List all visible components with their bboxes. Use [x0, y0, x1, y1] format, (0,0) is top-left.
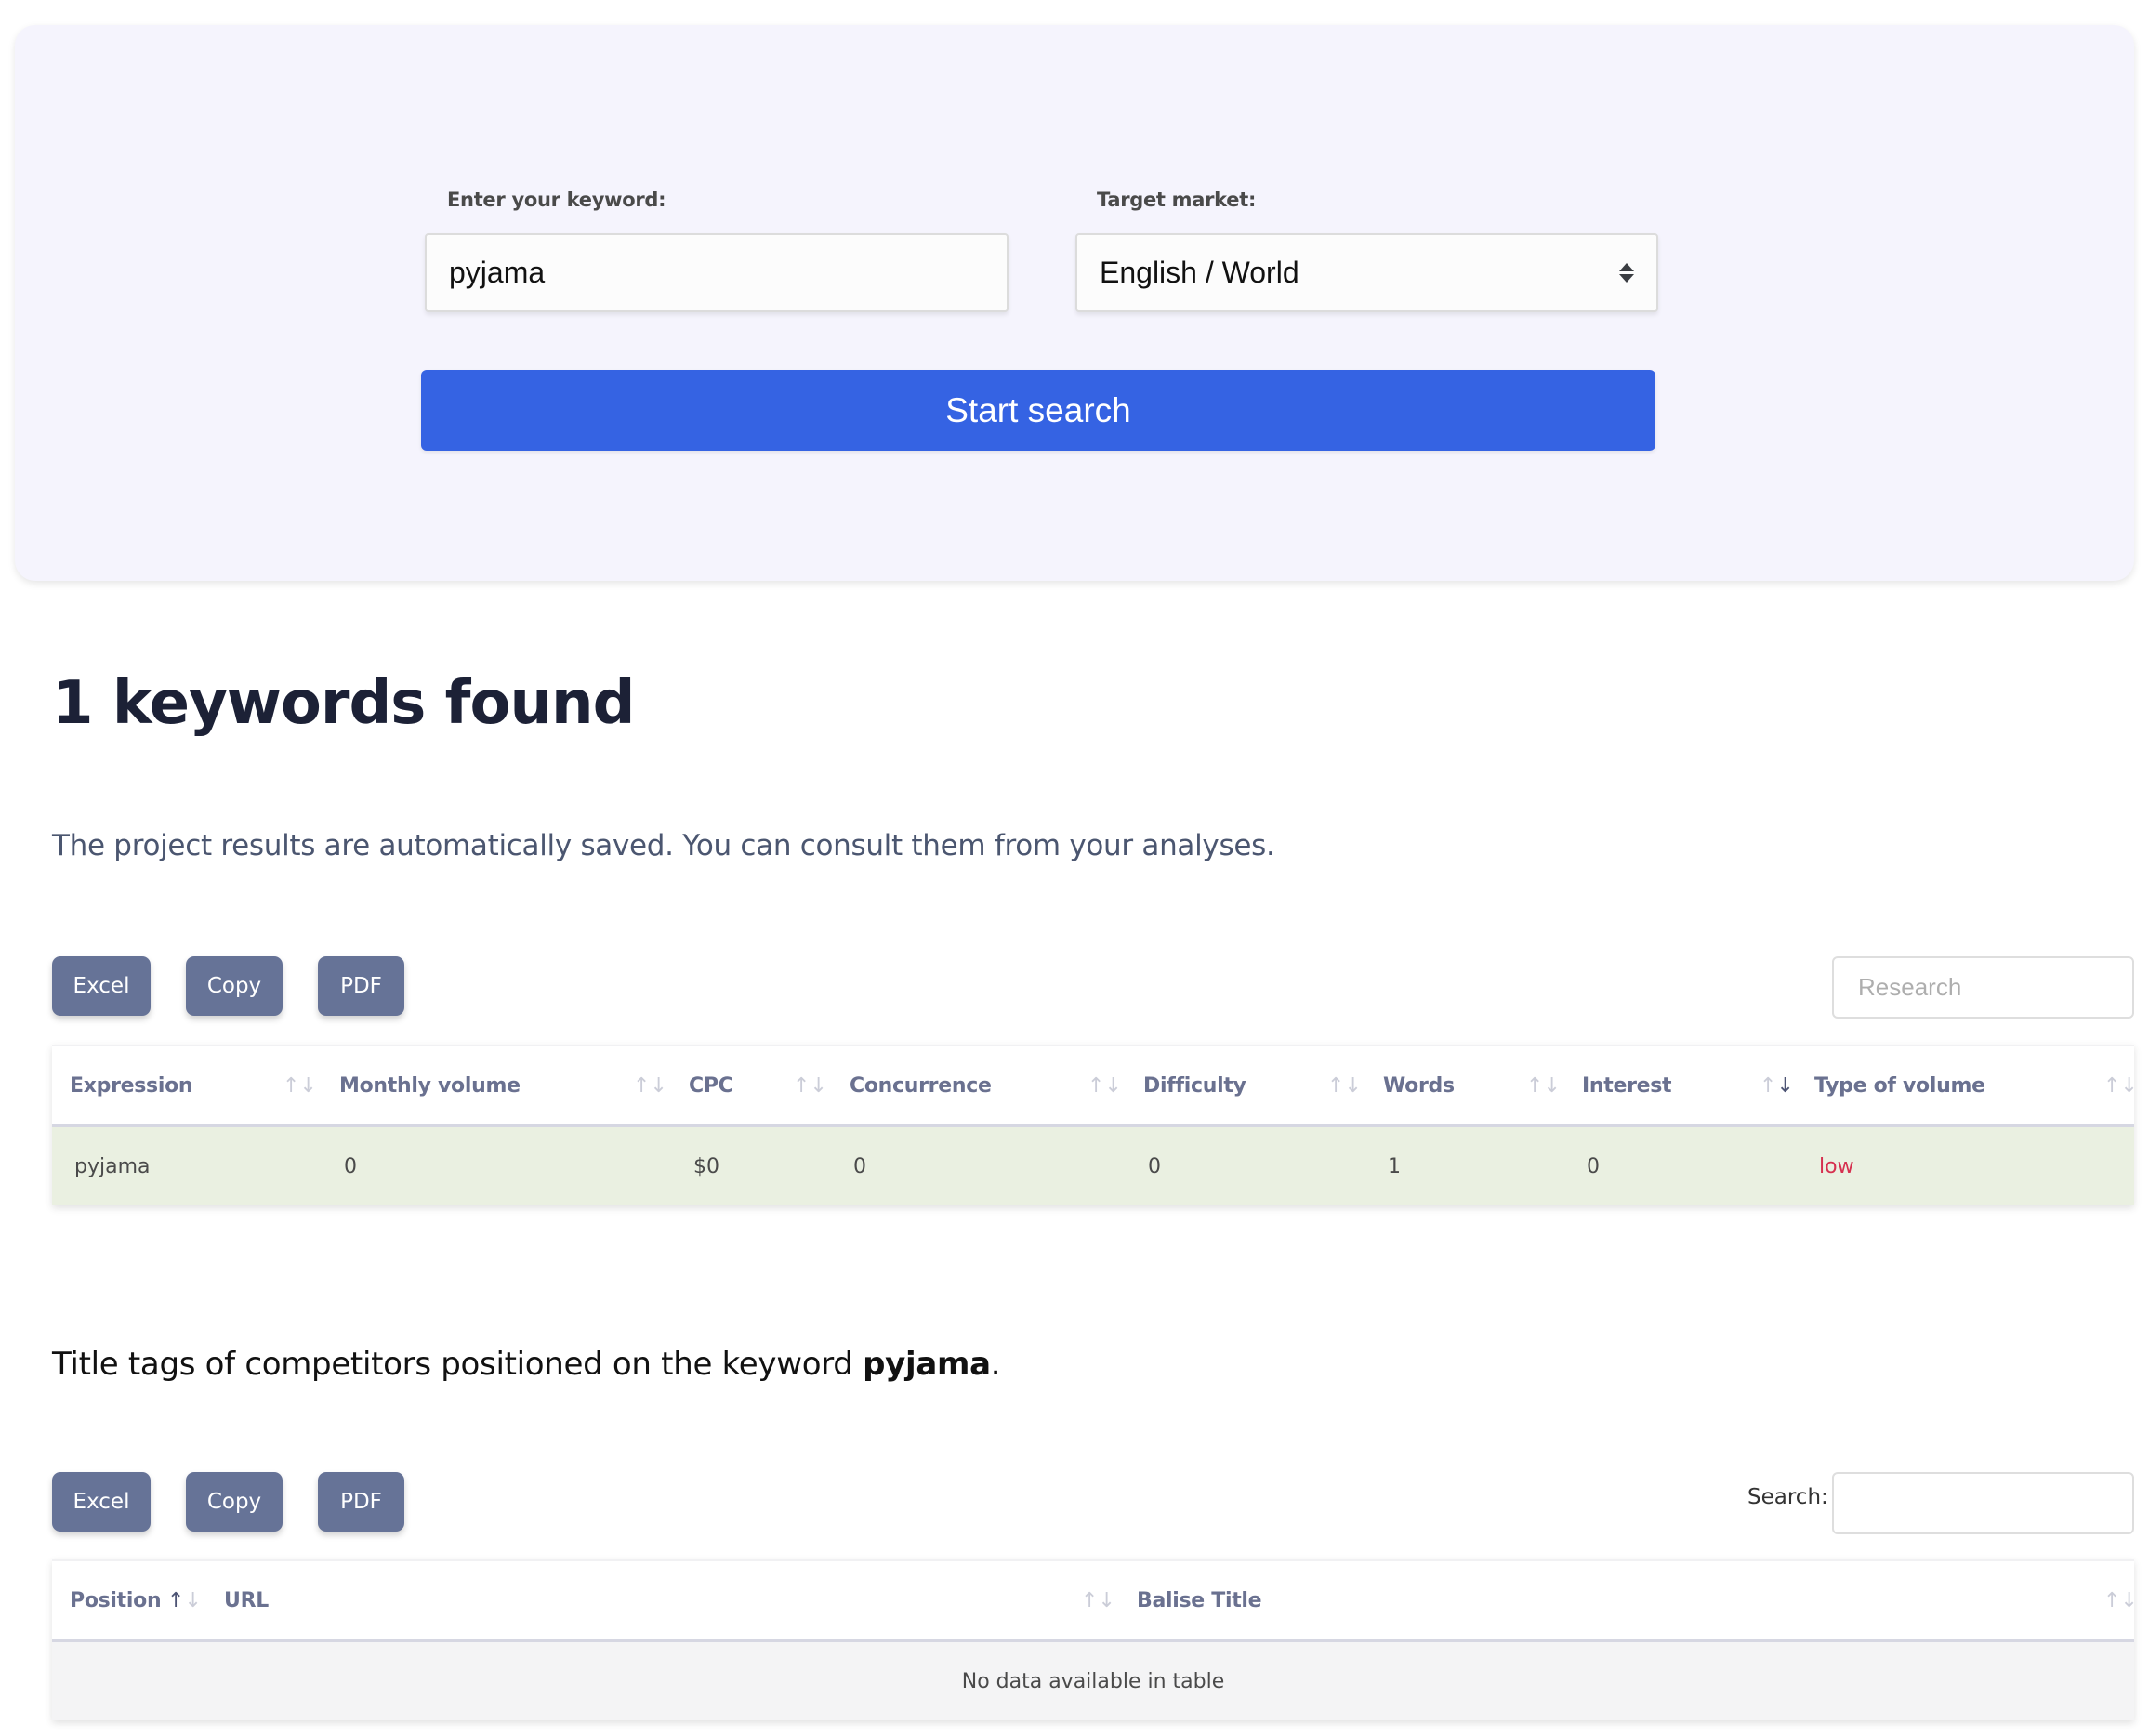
research-placeholder: Research: [1858, 973, 1962, 1001]
competitors-excel-button[interactable]: Excel: [52, 1472, 151, 1532]
column-header-interest[interactable]: Interest: [1582, 1046, 1672, 1124]
empty-row: No data available in table: [52, 1642, 2134, 1720]
sort-icon[interactable]: ↑ ↓: [1327, 1046, 1362, 1124]
table-row[interactable]: pyjama 0 $0 0 0 1 0 low: [52, 1127, 2134, 1205]
column-header-cpc[interactable]: CPC: [689, 1046, 733, 1124]
sort-ascending-icon[interactable]: ↑ ↓: [167, 1561, 202, 1639]
copy-button[interactable]: Copy: [186, 956, 283, 1016]
research-input[interactable]: Research: [1832, 956, 2134, 1019]
keywords-table-header: Expression ↑ ↓ Monthly volume ↑ ↓ CPC ↑ ↓ C…: [52, 1046, 2138, 1127]
competitors-intro-keyword: pyjama: [863, 1346, 991, 1383]
sort-icon[interactable]: ↑ ↓: [283, 1046, 317, 1124]
column-header-type-of-volume[interactable]: Type of volume: [1814, 1046, 1985, 1124]
results-title: 1 keywords found: [52, 669, 635, 738]
start-search-button[interactable]: Start search: [421, 370, 1655, 451]
column-header-difficulty[interactable]: Difficulty: [1143, 1046, 1246, 1124]
cell-concurrence: 0: [853, 1154, 866, 1178]
select-caret-icon: [1619, 263, 1634, 283]
keywords-table: Expression ↑ ↓ Monthly volume ↑ ↓ CPC ↑ ↓ C…: [52, 1045, 2138, 1205]
column-header-position[interactable]: Position: [70, 1561, 162, 1639]
column-header-words[interactable]: Words: [1383, 1046, 1455, 1124]
excel-export-button[interactable]: Excel: [52, 956, 151, 1016]
search-card: [15, 25, 2134, 581]
column-header-url[interactable]: URL: [224, 1561, 269, 1639]
cell-difficulty: 0: [1148, 1154, 1161, 1178]
autosave-note: The project results are automatically sa…: [52, 829, 1275, 862]
column-header-expression[interactable]: Expression: [70, 1046, 193, 1124]
competitors-intro-suffix: .: [990, 1346, 1001, 1383]
competitors-copy-button[interactable]: Copy: [186, 1472, 283, 1532]
sort-icon[interactable]: ↑ ↓: [793, 1046, 827, 1124]
competitors-table: Position ↑ ↓ URL ↑ ↓ Balise Title ↑ ↓ No da…: [52, 1559, 2138, 1720]
sort-descending-icon[interactable]: ↑ ↓: [1760, 1046, 1794, 1124]
competitors-table-header: Position ↑ ↓ URL ↑ ↓ Balise Title ↑ ↓: [52, 1561, 2138, 1642]
keyword-label: Enter your keyword:: [447, 189, 666, 211]
column-header-concurrence[interactable]: Concurrence: [850, 1046, 992, 1124]
column-header-monthly-volume[interactable]: Monthly volume: [339, 1046, 521, 1124]
competitors-pdf-button[interactable]: PDF: [318, 1472, 404, 1532]
keyword-input-value: pyjama: [449, 256, 546, 289]
cell-interest: 0: [1587, 1154, 1600, 1178]
cell-type-of-volume: low: [1819, 1154, 1854, 1178]
competitors-search-input[interactable]: [1832, 1472, 2134, 1534]
column-header-balise-title[interactable]: Balise Title: [1137, 1561, 1262, 1639]
pdf-export-button[interactable]: PDF: [318, 956, 404, 1016]
competitors-intro: Title tags of competitors positioned on …: [52, 1346, 1001, 1383]
sort-icon[interactable]: ↑ ↓: [1526, 1046, 1561, 1124]
market-label: Target market:: [1097, 189, 1257, 211]
cell-cpc: $0: [693, 1154, 719, 1178]
sort-icon[interactable]: ↑ ↓: [633, 1046, 667, 1124]
empty-table-message: No data available in table: [961, 1669, 1225, 1693]
sort-icon[interactable]: ↑ ↓: [1081, 1561, 1115, 1639]
cell-expression: pyjama: [74, 1154, 151, 1178]
competitors-search-label: Search:: [1747, 1485, 1828, 1509]
sort-icon[interactable]: ↑ ↓: [2103, 1046, 2138, 1124]
sort-icon[interactable]: ↑ ↓: [1088, 1046, 1122, 1124]
cell-monthly-volume: 0: [344, 1154, 357, 1178]
market-select[interactable]: English / World: [1075, 233, 1658, 312]
sort-icon[interactable]: ↑ ↓: [2103, 1561, 2138, 1639]
market-selected-value: English / World: [1100, 256, 1299, 289]
keyword-input[interactable]: pyjama: [425, 233, 1009, 312]
cell-words: 1: [1388, 1154, 1401, 1178]
competitors-intro-prefix: Title tags of competitors positioned on …: [52, 1346, 864, 1383]
